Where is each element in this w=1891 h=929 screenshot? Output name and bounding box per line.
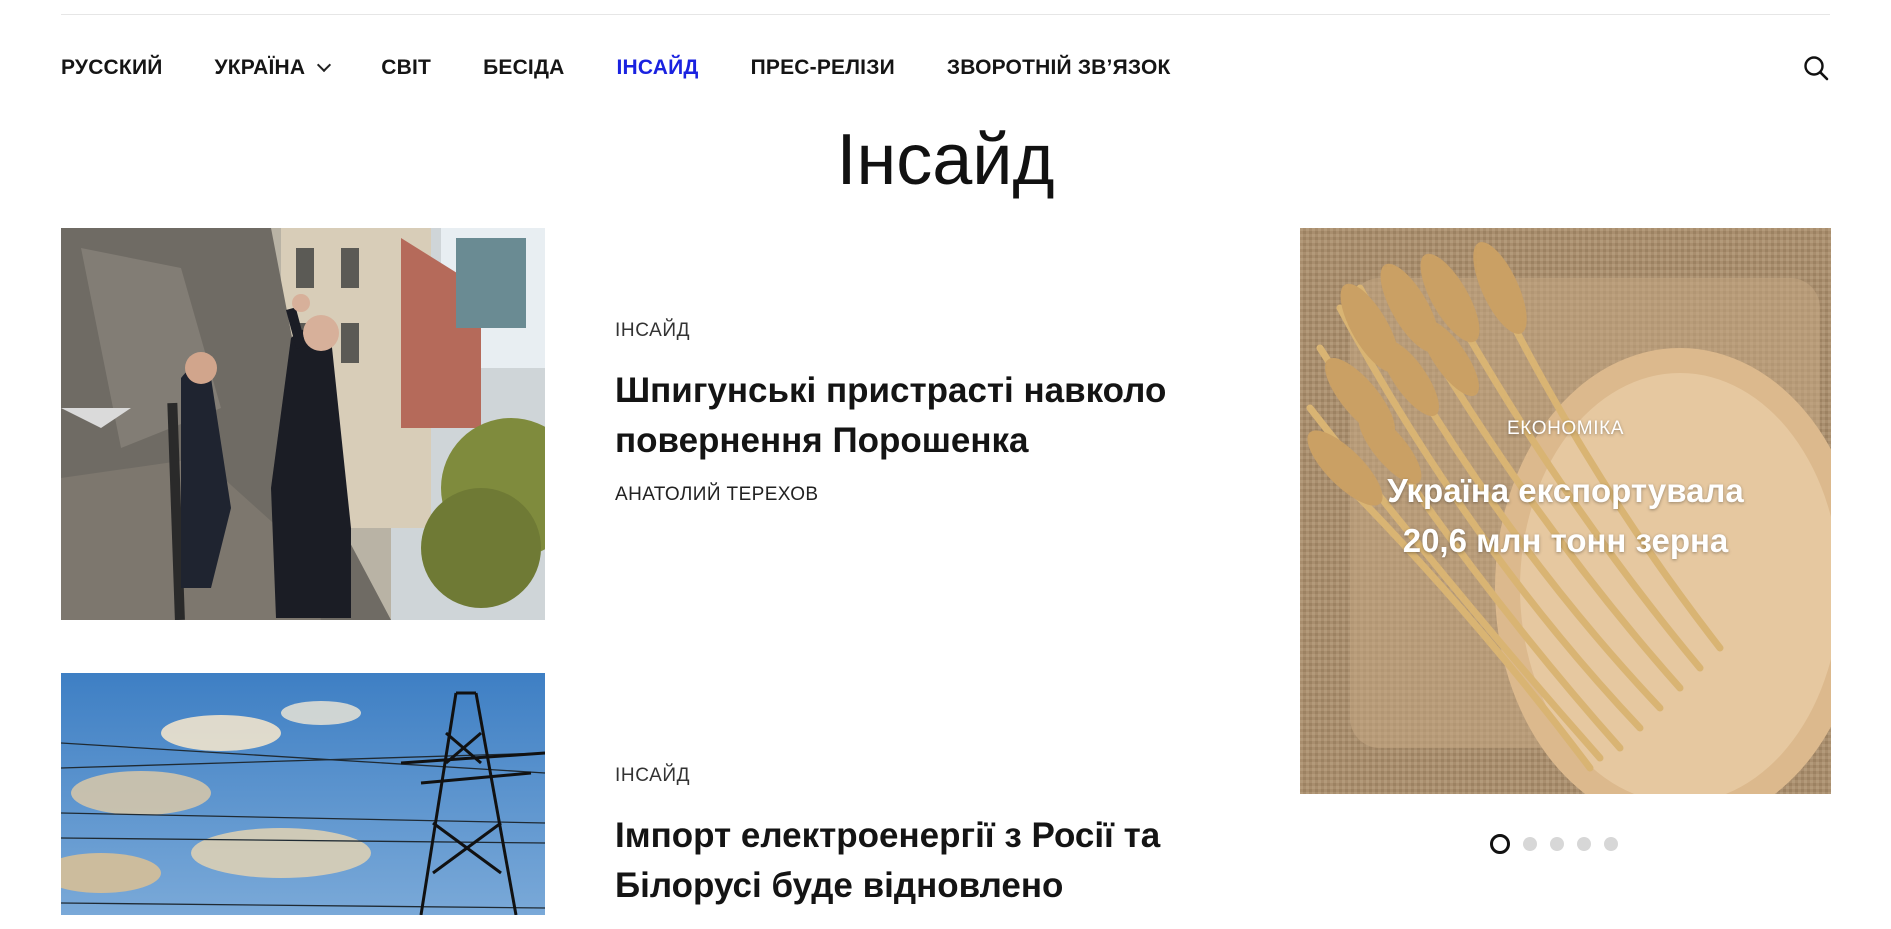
- featured-slider[interactable]: ЕКОНОМІКА Україна експортувала 20,6 млн …: [1300, 228, 1831, 794]
- nav-item-insider[interactable]: ІНСАЙД: [617, 56, 699, 80]
- nav-item-press-releases[interactable]: ПРЕС-РЕЛІЗИ: [751, 56, 895, 80]
- header-divider: [61, 14, 1830, 15]
- search-icon: [1804, 56, 1829, 81]
- slider-dot[interactable]: [1550, 837, 1564, 851]
- nav-item-ukraine[interactable]: УКРАЇНА: [214, 56, 332, 80]
- slide-title[interactable]: Україна експортувала 20,6 млн тонн зерна: [1300, 466, 1831, 566]
- post-image[interactable]: [61, 673, 545, 915]
- slider-dot[interactable]: [1490, 834, 1510, 854]
- slider-dot[interactable]: [1604, 837, 1618, 851]
- post-image[interactable]: [61, 228, 545, 620]
- slider-pagination: [1490, 834, 1618, 854]
- nav-item-label: СВІТ: [381, 56, 432, 79]
- nav-item-russian[interactable]: РУССКИЙ: [61, 56, 163, 80]
- chevron-down-icon: [317, 57, 332, 73]
- post-content: ІНСАЙД Шпигунські пристрасті навколо пов…: [615, 320, 1235, 506]
- nav-item-label: УКРАЇНА: [214, 56, 306, 79]
- post-author[interactable]: АНАТОЛИЙ ТЕРЕХОВ: [615, 484, 1235, 506]
- main-nav: РУССКИЙ УКРАЇНА СВІТ БЕСІДА ІНСАЙД ПРЕС-…: [61, 52, 1171, 84]
- post-category[interactable]: ІНСАЙД: [615, 320, 1235, 342]
- post-photo-illustration: [61, 228, 545, 620]
- nav-item-feedback[interactable]: ЗВОРОТНІЙ ЗВ’ЯЗОК: [947, 56, 1171, 80]
- post-title[interactable]: Шпигунські пристрасті навколо повернення…: [615, 366, 1235, 466]
- nav-item-world[interactable]: СВІТ: [381, 56, 431, 80]
- nav-item-label: ПРЕС-РЕЛІЗИ: [750, 56, 895, 79]
- post-card: ІНСАЙД Шпигунські пристрасті навколо пов…: [61, 228, 1261, 620]
- slide-category[interactable]: ЕКОНОМІКА: [1300, 418, 1831, 440]
- post-category[interactable]: ІНСАЙД: [615, 765, 1235, 787]
- nav-item-label: ЗВОРОТНІЙ ЗВ’ЯЗОК: [946, 56, 1171, 79]
- search-button[interactable]: [1803, 55, 1829, 81]
- slider-dot[interactable]: [1523, 837, 1537, 851]
- post-card: ІНСАЙД Імпорт електроенергії з Росії та …: [61, 673, 1261, 915]
- nav-item-label: РУССКИЙ: [61, 56, 163, 79]
- slide-caption: ЕКОНОМІКА Україна експортувала 20,6 млн …: [1300, 418, 1831, 566]
- post-content: ІНСАЙД Імпорт електроенергії з Росії та …: [615, 765, 1235, 929]
- nav-item-label: БЕСІДА: [483, 56, 565, 79]
- nav-item-label: ІНСАЙД: [616, 56, 699, 79]
- page-title: Інсайд: [836, 120, 1055, 200]
- post-photo-illustration: [61, 673, 545, 915]
- nav-item-conversation[interactable]: БЕСІДА: [483, 56, 564, 80]
- slider-dot[interactable]: [1577, 837, 1591, 851]
- post-title[interactable]: Імпорт електроенергії з Росії та Білорус…: [615, 811, 1235, 911]
